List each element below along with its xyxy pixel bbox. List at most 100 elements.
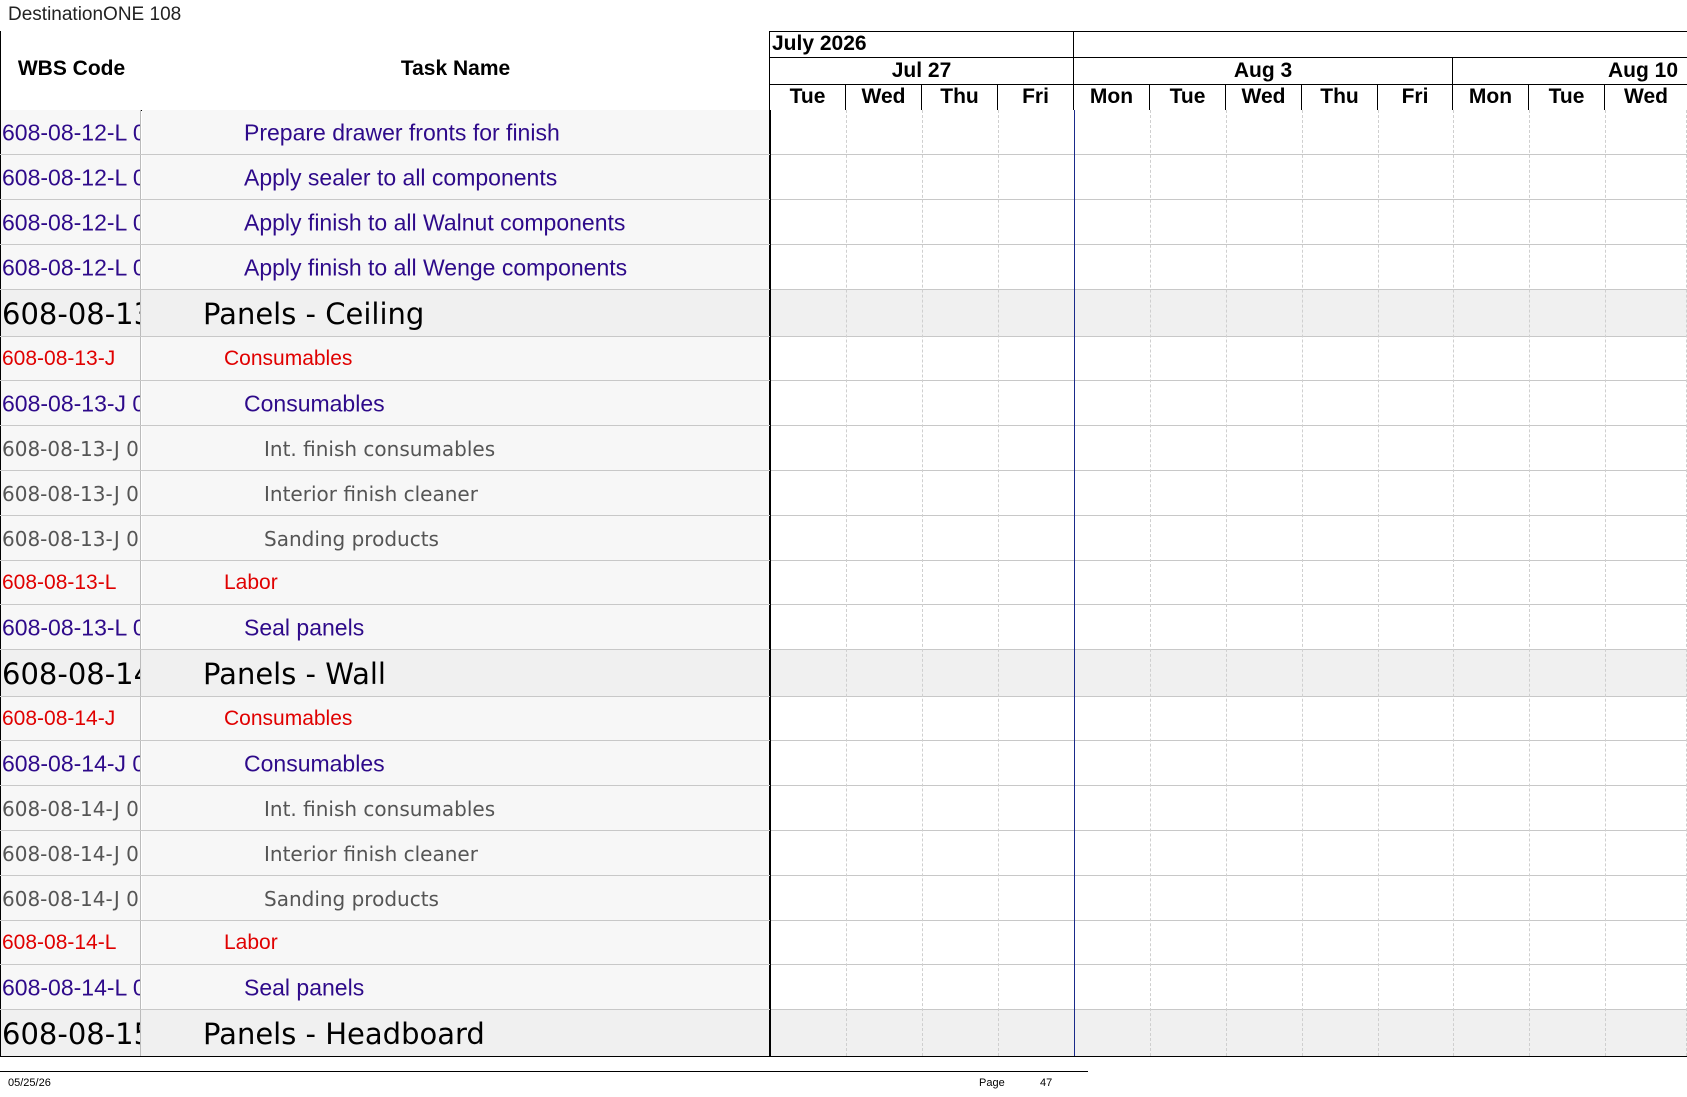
table-row[interactable]: 608-08-13-J 0 Consumables — [0, 381, 1687, 426]
wbs-cell[interactable]: 608-08-14-J 01 — [0, 876, 141, 921]
table-row[interactable]: 608-08-13-L Labor — [0, 561, 1687, 605]
wbs-code: 608-08-13-J 01 — [2, 436, 141, 461]
task-name: Panels - Headboard — [203, 1016, 485, 1051]
task-cell[interactable]: Panels - Headboard — [142, 1010, 770, 1057]
table-bottom-border — [0, 1056, 1687, 1057]
wbs-cell[interactable]: 608-08-13-J 01 — [0, 426, 141, 471]
task-cell[interactable]: Consumables — [142, 337, 770, 381]
wbs-column-header[interactable]: WBS Code — [0, 31, 143, 111]
task-name: Interior finish cleaner — [264, 481, 478, 506]
table-row[interactable]: 608-08-13-J Consumables — [0, 337, 1687, 381]
table-row[interactable]: 608-08-15 Panels - Headboard — [0, 1010, 1687, 1057]
task-cell[interactable]: Labor — [142, 921, 770, 965]
task-cell[interactable]: Prepare drawer fronts for finish — [142, 110, 770, 155]
wbs-cell[interactable]: 608-08-14-L 0 — [0, 965, 141, 1010]
table-row[interactable]: 608-08-14-J 01 Int. finish consumables — [0, 786, 1687, 831]
wbs-cell[interactable]: 608-08-13-J — [0, 337, 141, 381]
table-row[interactable]: 608-08-14 Panels - Wall — [0, 650, 1687, 697]
task-cell[interactable]: Int. finish consumables — [142, 786, 770, 831]
wbs-cell[interactable]: 608-08-12-L 0 — [0, 110, 141, 155]
table-row[interactable]: 608-08-13-J 01 Interior finish cleaner — [0, 471, 1687, 516]
day-header-thu: Thu — [1302, 85, 1378, 110]
task-cell[interactable]: Panels - Ceiling — [142, 290, 770, 337]
wbs-cell[interactable]: 608-08-13-J 0 — [0, 381, 141, 426]
task-cell[interactable]: Apply finish to all Walnut components — [142, 200, 770, 245]
wbs-code: 608-08-12-L 0 — [2, 209, 141, 235]
wbs-cell[interactable]: 608-08-14-L — [0, 921, 141, 965]
table-row[interactable]: 608-08-14-L Labor — [0, 921, 1687, 965]
task-cell[interactable]: Consumables — [142, 697, 770, 741]
wbs-cell[interactable]: 608-08-12-L 0 — [0, 155, 141, 200]
task-cell[interactable]: Interior finish cleaner — [142, 471, 770, 516]
task-name: Int. finish consumables — [264, 796, 496, 821]
table-row[interactable]: 608-08-14-L 0 Seal panels — [0, 965, 1687, 1010]
table-row[interactable]: 608-08-13 Panels - Ceiling — [0, 290, 1687, 337]
task-name: Sanding products — [264, 886, 439, 911]
task-cell[interactable]: Labor — [142, 561, 770, 605]
task-cell[interactable]: Sanding products — [142, 876, 770, 921]
day-header-tue: Tue — [770, 85, 846, 110]
timeline-month-label: July 2026 — [772, 32, 867, 55]
wbs-code: 608-08-14-L — [2, 931, 117, 954]
wbs-cell[interactable]: 608-08-15 — [0, 1010, 141, 1057]
timeline-month: July 2026 — [770, 31, 1074, 58]
task-cell[interactable]: Consumables — [142, 741, 770, 786]
task-name: Prepare drawer fronts for finish — [244, 119, 560, 145]
wbs-cell[interactable]: 608-08-13-L 0 — [0, 605, 141, 650]
wbs-cell[interactable]: 608-08-13-J 01 — [0, 471, 141, 516]
wbs-code: 608-08-14-J 01 — [2, 886, 141, 911]
gantt-gridline — [1150, 110, 1151, 1056]
gantt-gridline — [998, 110, 999, 1056]
week-label: Aug 3 — [1233, 59, 1293, 82]
wbs-cell[interactable]: 608-08-14-J — [0, 697, 141, 741]
wbs-code: 608-08-12-L 0 — [2, 119, 141, 145]
wbs-cell[interactable]: 608-08-13 — [0, 290, 141, 337]
wbs-code: 608-08-12-L 0 — [2, 254, 141, 280]
wbs-cell[interactable]: 608-08-14-J 0 — [0, 741, 141, 786]
wbs-cell[interactable]: 608-08-14-J 01 — [0, 786, 141, 831]
wbs-cell[interactable]: 608-08-12-L 0 — [0, 245, 141, 290]
day-header-fri: Fri — [998, 85, 1074, 110]
table-row[interactable]: 608-08-14-J 01 Interior finish cleaner — [0, 831, 1687, 876]
wbs-cell[interactable]: 608-08-14 — [0, 650, 141, 697]
task-cell[interactable]: Apply finish to all Wenge components — [142, 245, 770, 290]
table-row[interactable]: 608-08-14-J 01 Sanding products — [0, 876, 1687, 921]
wbs-code: 608-08-14-J 01 — [2, 796, 141, 821]
wbs-code: 608-08-14-L 0 — [2, 974, 141, 1000]
task-cell[interactable]: Seal panels — [142, 965, 770, 1010]
wbs-code: 608-08-13-L — [2, 571, 117, 594]
table-row[interactable]: 608-08-12-L 0 Apply finish to all Wenge c… — [0, 245, 1687, 290]
table-row[interactable]: 608-08-12-L 0 Apply finish to all Walnut … — [0, 200, 1687, 245]
table-row[interactable]: 608-08-12-L 0 Apply sealer to all compone… — [0, 155, 1687, 200]
task-column-header[interactable]: Task Name — [142, 31, 770, 111]
table-row[interactable]: 608-08-14-J 0 Consumables — [0, 741, 1687, 786]
task-cell[interactable]: Sanding products — [142, 516, 770, 561]
table-row[interactable]: 608-08-13-J 01 Int. finish consumables — [0, 426, 1687, 471]
day-header-wed: Wed — [1226, 85, 1302, 110]
task-name: Consumables — [224, 347, 353, 370]
wbs-cell[interactable]: 608-08-12-L 0 — [0, 200, 141, 245]
wbs-cell[interactable]: 608-08-13-J 01 — [0, 516, 141, 561]
table-row[interactable]: 608-08-13-L 0 Seal panels — [0, 605, 1687, 650]
table-row[interactable]: 608-08-13-J 01 Sanding products — [0, 516, 1687, 561]
week-label: Aug 10 — [1607, 59, 1678, 82]
task-cell[interactable]: Seal panels — [142, 605, 770, 650]
task-name: Seal panels — [244, 614, 365, 640]
task-cell[interactable]: Interior finish cleaner — [142, 831, 770, 876]
timeline-month-next — [1074, 31, 1687, 58]
table-row[interactable]: 608-08-12-L 0 Prepare drawer fronts for f… — [0, 110, 1687, 155]
table-row[interactable]: 608-08-14-J Consumables — [0, 697, 1687, 741]
task-cell[interactable]: Apply sealer to all components — [142, 155, 770, 200]
gantt-gridline — [1605, 110, 1606, 1056]
wbs-cell[interactable]: 608-08-14-J 01 — [0, 831, 141, 876]
task-name: Consumables — [244, 390, 385, 416]
wbs-code: 608-08-13-L 0 — [2, 614, 141, 640]
day-header-tue: Tue — [1150, 85, 1226, 110]
day-header-wed: Wed — [1624, 85, 1668, 108]
task-cell[interactable]: Int. finish consumables — [142, 426, 770, 471]
task-cell[interactable]: Consumables — [142, 381, 770, 426]
wbs-cell[interactable]: 608-08-13-L — [0, 561, 141, 605]
task-cell[interactable]: Panels - Wall — [142, 650, 770, 697]
wbs-code: 608-08-14-J 01 — [2, 841, 141, 866]
task-name: Consumables — [224, 707, 353, 730]
